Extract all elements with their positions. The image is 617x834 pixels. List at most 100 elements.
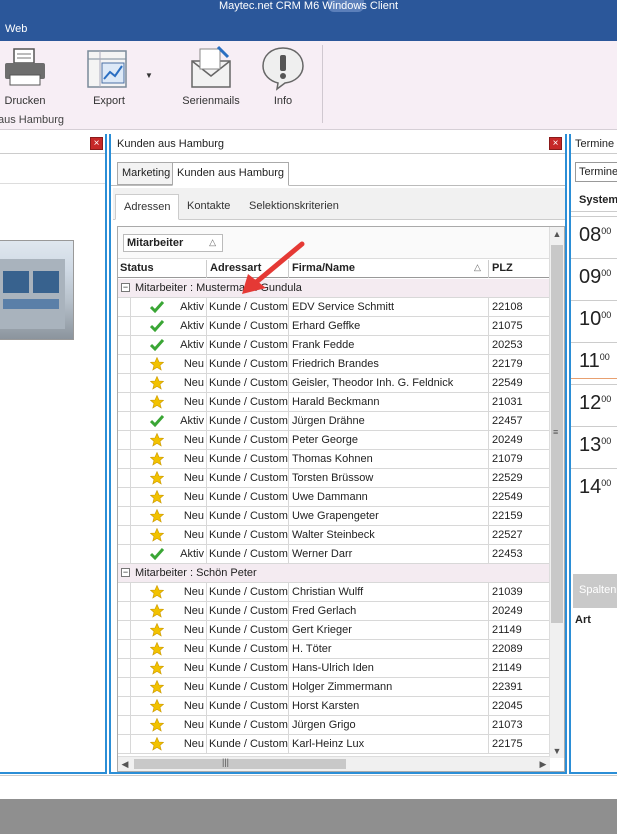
table-row[interactable]: Neu Kunde / Custom Hans-Ulrich Iden 21149 [118, 659, 550, 678]
firma-cell: Werner Darr [292, 548, 353, 560]
firma-cell: Uwe Grapengeter [292, 510, 379, 522]
center-panel-title: Kunden aus Hamburg [117, 138, 225, 150]
row-indent [118, 317, 131, 336]
column-plz[interactable]: PLZ [492, 262, 513, 274]
spalten-panel[interactable]: Spalten [573, 574, 617, 608]
info-button-label: Info [273, 95, 293, 107]
vertical-scrollbar[interactable]: ▲ ≡ ▼ [549, 227, 564, 758]
row-indent [118, 507, 131, 526]
table-row[interactable]: Neu Kunde / Custom Friedrich Brandes 22179 [118, 355, 550, 374]
close-icon[interactable]: × [90, 137, 103, 150]
right-panel-title: Termine [571, 134, 617, 154]
firma-cell: Jürgen Grigo [292, 719, 356, 731]
check-icon [149, 338, 165, 352]
collapse-icon[interactable]: − [121, 283, 130, 292]
hour-divider [571, 258, 617, 259]
tab-kontakte[interactable]: Kontakte [179, 194, 238, 220]
column-adressart[interactable]: Adressart [210, 262, 261, 274]
address-grid: Mitarbeiter △ Status Adressart Firma/Nam… [117, 226, 565, 772]
hour-label: 1100 [579, 350, 610, 373]
scroll-grip-icon: ≡ [553, 427, 559, 437]
star-icon [149, 356, 165, 371]
table-row[interactable]: Neu Kunde / Custom Christian Wulff 21039 [118, 583, 550, 602]
tab-kunden-aus-hamburg[interactable]: Kunden aus Hamburg [172, 162, 290, 186]
print-button[interactable]: Drucken [0, 45, 50, 107]
collapse-icon[interactable]: − [121, 568, 130, 577]
table-row[interactable]: Neu Kunde / Custom Horst Karsten 22045 [118, 697, 550, 716]
table-row[interactable]: Neu Kunde / Custom Walter Steinbeck 22527 [118, 526, 550, 545]
group-chip-mitarbeiter[interactable]: Mitarbeiter △ [123, 234, 223, 252]
table-row[interactable]: Neu Kunde / Custom Torsten Brüssow 22529 [118, 469, 550, 488]
status-cell: Neu [183, 624, 204, 636]
table-row[interactable]: Neu Kunde / Custom Geisler, Theodor Inh. G… [118, 374, 550, 393]
termine-dropdown[interactable]: Termine [575, 162, 617, 182]
printer-icon [2, 45, 48, 91]
status-cell: Neu [183, 472, 204, 484]
plz-cell: 22529 [492, 472, 523, 484]
info-button[interactable]: Info [258, 45, 308, 107]
row-indent [118, 355, 131, 374]
calendar-hours[interactable]: 0800 0900 1000 1100 1200 1300 1400 [571, 212, 617, 564]
tab-marketing[interactable]: Marketing [117, 162, 176, 185]
minute-value: 00 [601, 478, 612, 488]
table-row[interactable]: Aktiv Kunde / Custom Frank Fedde 20253 [118, 336, 550, 355]
table-row[interactable]: Neu Kunde / Custom Gert Krieger 21149 [118, 621, 550, 640]
table-row[interactable]: Neu Kunde / Custom Jürgen Grigo 21073 [118, 716, 550, 735]
left-panel: × [0, 134, 107, 774]
star-icon [149, 736, 165, 751]
adressart-cell: Kunde / Custom [209, 700, 288, 712]
table-row[interactable]: Neu Kunde / Custom Fred Gerlach 20249 [118, 602, 550, 621]
column-status[interactable]: Status [120, 262, 154, 274]
table-row[interactable]: Neu Kunde / Custom H. Töter 22089 [118, 640, 550, 659]
table-row[interactable]: Neu Kunde / Custom Thomas Kohnen 21079 [118, 450, 550, 469]
serienmails-button[interactable]: Serienmails [180, 45, 242, 107]
table-row[interactable]: Aktiv Kunde / Custom EDV Service Schmitt 22… [118, 298, 550, 317]
adressart-cell: Kunde / Custom [209, 586, 288, 598]
status-cell: Neu [183, 605, 204, 617]
export-button[interactable]: Export [84, 45, 134, 107]
group-row[interactable]: − Mitarbeiter : Schön Peter [118, 564, 550, 583]
status-strip [0, 775, 617, 799]
sort-asc-icon: △ [474, 262, 481, 272]
plz-cell: 22159 [492, 510, 523, 522]
close-icon[interactable]: × [549, 137, 562, 150]
export-dropdown-arrow-icon[interactable]: ▼ [145, 71, 153, 80]
column-art[interactable]: Art [575, 614, 591, 626]
firma-cell: Uwe Dammann [292, 491, 368, 503]
scroll-down-icon[interactable]: ▼ [550, 744, 564, 758]
table-row[interactable]: Neu Kunde / Custom Uwe Grapengeter 22159 [118, 507, 550, 526]
table-row[interactable]: Neu Kunde / Custom Peter George 20249 [118, 431, 550, 450]
table-row[interactable]: Neu Kunde / Custom Karl-Heinz Lux 22175 [118, 735, 550, 754]
table-row[interactable]: Aktiv Kunde / Custom Jürgen Drähne 22457 [118, 412, 550, 431]
firma-cell: Harald Beckmann [292, 396, 380, 408]
firma-cell: Friedrich Brandes [292, 358, 379, 370]
menu-item-web[interactable]: Web [5, 23, 27, 35]
plz-cell: 22108 [492, 301, 523, 313]
scroll-thumb-horizontal[interactable] [134, 759, 346, 769]
horizontal-scrollbar[interactable]: ◀ ||| ▶ [118, 756, 550, 771]
hour-label: 1300 [579, 434, 611, 457]
column-firma-name[interactable]: Firma/Name [292, 262, 355, 274]
adressart-cell: Kunde / Custom [209, 472, 288, 484]
ribbon: Drucken Export ▼ Serienmails Info aus Ha… [0, 41, 617, 130]
group-row[interactable]: − Mitarbeiter : Mustermann Gundula [118, 279, 550, 298]
hour-label: 0800 [579, 224, 611, 247]
hour-label: 1000 [579, 308, 611, 331]
table-row[interactable]: Aktiv Kunde / Custom Werner Darr 22453 [118, 545, 550, 564]
table-row[interactable]: Neu Kunde / Custom Harald Beckmann 21031 [118, 393, 550, 412]
minute-value: 00 [601, 394, 612, 404]
tab-adressen[interactable]: Adressen [115, 194, 180, 220]
scroll-up-icon[interactable]: ▲ [550, 227, 564, 241]
tab-selektionskriterien[interactable]: Selektionskriterien [241, 194, 347, 220]
adressart-cell: Kunde / Custom [209, 643, 288, 655]
hour-label: 1200 [579, 392, 611, 415]
table-row[interactable]: Aktiv Kunde / Custom Erhard Geffke 21075 [118, 317, 550, 336]
sub-tabs: Adressen Kontakte Selektionskriterien [113, 188, 565, 220]
scroll-left-icon[interactable]: ◀ [118, 757, 132, 771]
scroll-right-icon[interactable]: ▶ [536, 757, 550, 771]
firma-cell: Fred Gerlach [292, 605, 357, 617]
status-cell: Aktiv [180, 320, 204, 332]
table-row[interactable]: Neu Kunde / Custom Holger Zimmermann 22391 [118, 678, 550, 697]
check-icon [149, 414, 165, 428]
table-row[interactable]: Neu Kunde / Custom Uwe Dammann 22549 [118, 488, 550, 507]
